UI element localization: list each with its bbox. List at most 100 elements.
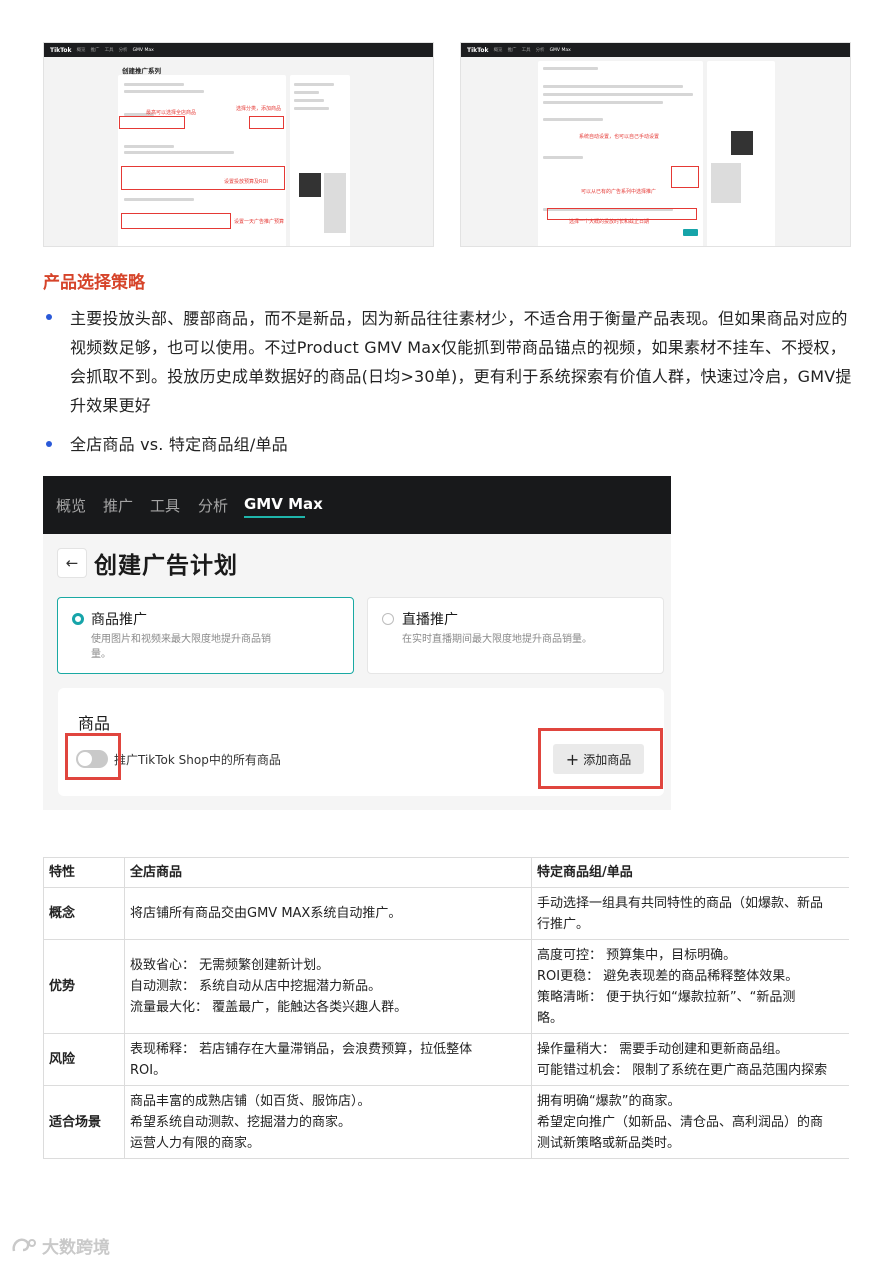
cell-line: 策略清晰： 便于执行如“爆款拉新”、“新品测 — [537, 989, 796, 1005]
tab-overview[interactable]: 概览 — [56, 495, 86, 516]
screenshot-nav-item: 推广 — [90, 48, 100, 53]
cell-line: 自动测款： 系统自动从店中挖掘潜力新品。 — [130, 979, 382, 994]
option-title: 直播推广 — [402, 612, 458, 628]
screenshot-video-thumb — [299, 173, 321, 197]
back-button[interactable]: ← — [57, 548, 87, 578]
screenshot-nav-item: GMV Max — [549, 47, 571, 53]
table-cell: 拥有明确“爆款”的商家。 希望定向推广（如新品、清仓品、高利润品）的商 测试新策… — [531, 1085, 850, 1159]
tab-promotion[interactable]: 推广 — [103, 495, 133, 516]
table-edge-clip — [849, 857, 892, 1159]
highlight-toggle-box — [65, 733, 121, 780]
tiktok-logo: TikTok — [467, 46, 489, 54]
cell-line: 商品丰富的成熟店铺（如百货、服饰店）。 — [130, 1093, 371, 1109]
cell-line: 表现稀释： 若店铺存在大量滞销品，会浪费预算，拉低整体 — [130, 1041, 473, 1057]
watermark-logo-icon — [12, 1238, 36, 1251]
screenshot-video-thumb — [731, 131, 753, 155]
annotation-text: 设置投放预算及ROI — [224, 179, 268, 185]
publish-button — [683, 229, 698, 236]
cell-line: 运营人力有限的商家。 — [130, 1135, 261, 1151]
cell-line: ROI。 — [130, 1062, 167, 1078]
cell-line: 将店铺所有商品交由GMV MAX系统自动推广。 — [130, 906, 402, 921]
cell-line: 可能错过机会： 限制了系统在更广商品范围内探索 — [537, 1062, 828, 1078]
screenshot-nav-item: 分析 — [118, 48, 128, 53]
active-tab-indicator — [244, 516, 305, 518]
cell-line: 拥有明确“爆款”的商家。 — [537, 1093, 681, 1109]
option-product-promotion[interactable]: 商品推广 使用图片和视频来最大限度地提升商品销量。 — [57, 597, 354, 674]
promote-all-products-label: 推广TikTok Shop中的所有商品 — [114, 753, 281, 767]
cell-line: ROI更稳： 避免表现差的商品稀释整体效果。 — [537, 968, 799, 984]
table-header: 特定商品组/单品 — [531, 857, 850, 888]
option-description: 在实时直播期间最大限度地提升商品销量。 — [402, 634, 592, 645]
annotation-text: 最高可以选择全店商品 — [146, 110, 197, 116]
cell-line: 极致省心： 无需频繁创建新计划。 — [130, 958, 330, 973]
screenshot-create-campaign-left: TikTok 概览 推广 工具 分析 GMV Max 创建推广系列 选择分类，添… — [43, 42, 434, 247]
screenshot-create-campaign-right: TikTok 概览 推广 工具 分析 GMV Max 系统自动设置，也可以自己手… — [460, 42, 851, 247]
table-header: 特性 — [43, 857, 125, 888]
cell-line: 操作量稍大： 需要手动创建和更新商品组。 — [537, 1041, 789, 1057]
radio-selected[interactable] — [72, 613, 84, 625]
tab-gmv-max[interactable]: GMV Max — [244, 495, 323, 513]
option-title: 商品推广 — [91, 612, 147, 628]
screenshot-nav-item: GMV Max — [132, 47, 154, 53]
highlight-box — [249, 116, 284, 129]
comparison-table: 特性 全店商品 特定商品组/单品 概念 将店铺所有商品交由GMV MAX系统自动… — [43, 857, 850, 1159]
table-cell: 商品丰富的成熟店铺（如百货、服饰店）。 希望系统自动测款、挖掘潜力的商家。 运营… — [124, 1085, 532, 1159]
tab-analytics[interactable]: 分析 — [198, 495, 228, 516]
bullet-dot — [46, 314, 52, 320]
cell-line: 测试新策略或新品类时。 — [537, 1135, 681, 1151]
section-heading: 产品选择策略 — [43, 273, 145, 293]
screenshot-nav-item: 概览 — [493, 48, 503, 53]
table-header: 全店商品 — [124, 857, 532, 888]
create-ad-plan-screenshot: 概览 推广 工具 分析 GMV Max ← 创建广告计划 商品推广 使用图片和视… — [43, 476, 671, 810]
table-cell: 极致省心： 无需频繁创建新计划。 自动测款： 系统自动从店中挖掘潜力新品。 流量… — [124, 939, 532, 1034]
cell-line: 希望定向推广（如新品、清仓品、高利润品）的商 — [537, 1114, 824, 1130]
bullet-text: 全店商品 vs. 特定商品组/单品 — [70, 435, 288, 454]
annotation-text: 可以从已有的广告系列中选择推广 — [581, 189, 657, 195]
highlight-box — [671, 166, 699, 188]
tab-tools[interactable]: 工具 — [150, 495, 180, 516]
table-header-row: 特性 全店商品 特定商品组/单品 — [43, 857, 850, 888]
cell-line: 行推广。 — [537, 916, 590, 932]
annotation-text: 选择分类，添加商品 — [236, 106, 282, 112]
screenshot-nav-item: 工具 — [104, 48, 114, 53]
bullet-dot — [46, 441, 52, 447]
table-cell: 将店铺所有商品交由GMV MAX系统自动推广。 — [124, 887, 532, 940]
table-cell: 操作量稍大： 需要手动创建和更新商品组。 可能错过机会： 限制了系统在更广商品范… — [531, 1033, 850, 1086]
radio-unselected[interactable] — [382, 613, 394, 625]
screenshot-topbar: TikTok 概览 推广 工具 分析 GMV Max — [44, 43, 433, 57]
watermark: 大数跨境 — [10, 1233, 110, 1258]
tiktok-logo: TikTok — [50, 46, 72, 54]
table-cell: 表现稀释： 若店铺存在大量滞销品，会浪费预算，拉低整体 ROI。 — [124, 1033, 532, 1086]
option-live-promotion[interactable]: 直播推广 在实时直播期间最大限度地提升商品销量。 — [367, 597, 664, 674]
option-description: 使用图片和视频来最大限度地提升商品销量。 — [91, 634, 271, 660]
highlight-box — [121, 213, 231, 229]
screenshot-title: 创建推广系列 — [122, 67, 161, 75]
cell-line: 高度可控： 预算集中，目标明确。 — [537, 947, 737, 963]
screenshot-nav-item: 分析 — [535, 48, 545, 53]
annotation-text: 设置一天广告推广预算 — [234, 219, 285, 225]
bullet-text: 主要投放头部、腰部商品，而不是新品，因为新品往往素材少，不适合用于衡量产品表现。… — [70, 309, 852, 415]
screenshot-nav-item: 概览 — [76, 48, 86, 53]
table-row: 概念 将店铺所有商品交由GMV MAX系统自动推广。 手动选择一组具有共同特性的… — [43, 887, 850, 940]
cell-line: 手动选择一组具有共同特性的商品（如爆款、新品 — [537, 895, 824, 911]
row-label: 风险 — [43, 1033, 125, 1086]
highlight-box — [119, 116, 185, 129]
annotation-text: 系统自动设置，也可以自己手动设置 — [579, 134, 660, 140]
arrow-left-icon: ← — [65, 554, 79, 572]
watermark-text: 大数跨境 — [42, 1238, 110, 1258]
row-label: 概念 — [43, 887, 125, 940]
table-row: 风险 表现稀释： 若店铺存在大量滞销品，会浪费预算，拉低整体 ROI。 操作量稍… — [43, 1033, 850, 1086]
cell-line: 流量最大化： 覆盖最广，能触达各类兴趣人群。 — [130, 1000, 408, 1015]
table-cell: 手动选择一组具有共同特性的商品（如爆款、新品 行推广。 — [531, 887, 850, 940]
screenshot-nav-item: 推广 — [507, 48, 517, 53]
screenshot-nav-item: 工具 — [521, 48, 531, 53]
table-row: 优势 极致省心： 无需频繁创建新计划。 自动测款： 系统自动从店中挖掘潜力新品。… — [43, 939, 850, 1034]
cell-line: 希望系统自动测款、挖掘潜力的商家。 — [130, 1114, 352, 1130]
row-label: 适合场景 — [43, 1085, 125, 1159]
products-label: 商品 — [78, 714, 111, 733]
table-row: 适合场景 商品丰富的成熟店铺（如百货、服饰店）。 希望系统自动测款、挖掘潜力的商… — [43, 1085, 850, 1159]
table-cell: 高度可控： 预算集中，目标明确。 ROI更稳： 避免表现差的商品稀释整体效果。 … — [531, 939, 850, 1034]
screenshot-topbar: TikTok 概览 推广 工具 分析 GMV Max — [461, 43, 850, 57]
annotation-text: 选择一个大概的投放时长和截止日期 — [569, 219, 650, 225]
top-navigation-bar — [43, 476, 671, 534]
